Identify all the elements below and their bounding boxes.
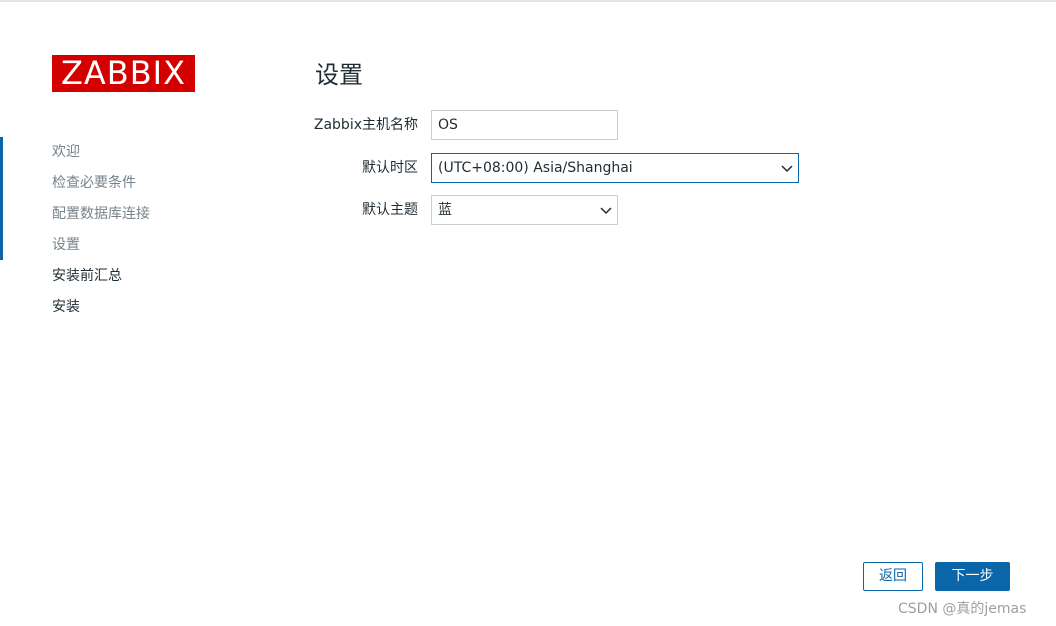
csdn-watermark: CSDN @真的jemas xyxy=(898,601,1027,617)
step-settings: 设置 xyxy=(52,237,80,253)
step-install: 安装 xyxy=(52,299,80,315)
theme-select-value: 蓝 xyxy=(438,202,452,218)
timezone-select-value: (UTC+08:00) Asia/Shanghai xyxy=(438,160,633,176)
setup-steps-nav: 欢迎 检查必要条件 配置数据库连接 设置 安装前汇总 安装 xyxy=(52,142,150,328)
step-db-connection: 配置数据库连接 xyxy=(52,206,150,222)
step-check-prerequisites: 检查必要条件 xyxy=(52,175,136,191)
theme-label: 默认主题 xyxy=(362,202,418,218)
back-button[interactable]: 返回 xyxy=(863,562,923,591)
step-welcome: 欢迎 xyxy=(52,144,80,160)
timezone-label: 默认时区 xyxy=(362,160,418,176)
next-step-button[interactable]: 下一步 xyxy=(935,562,1010,591)
chevron-down-icon xyxy=(781,165,793,173)
zabbix-logo: ZABBIX xyxy=(52,55,195,92)
steps-progress-bar xyxy=(0,137,3,260)
page-title: 设置 xyxy=(315,61,363,89)
hostname-input[interactable]: OS xyxy=(431,110,618,140)
top-border xyxy=(0,0,1056,2)
hostname-label: Zabbix主机名称 xyxy=(313,117,418,133)
step-pre-install-summary: 安装前汇总 xyxy=(52,268,122,284)
theme-select[interactable]: 蓝 xyxy=(431,195,618,225)
timezone-select[interactable]: (UTC+08:00) Asia/Shanghai xyxy=(431,153,799,183)
chevron-down-icon xyxy=(600,207,612,215)
